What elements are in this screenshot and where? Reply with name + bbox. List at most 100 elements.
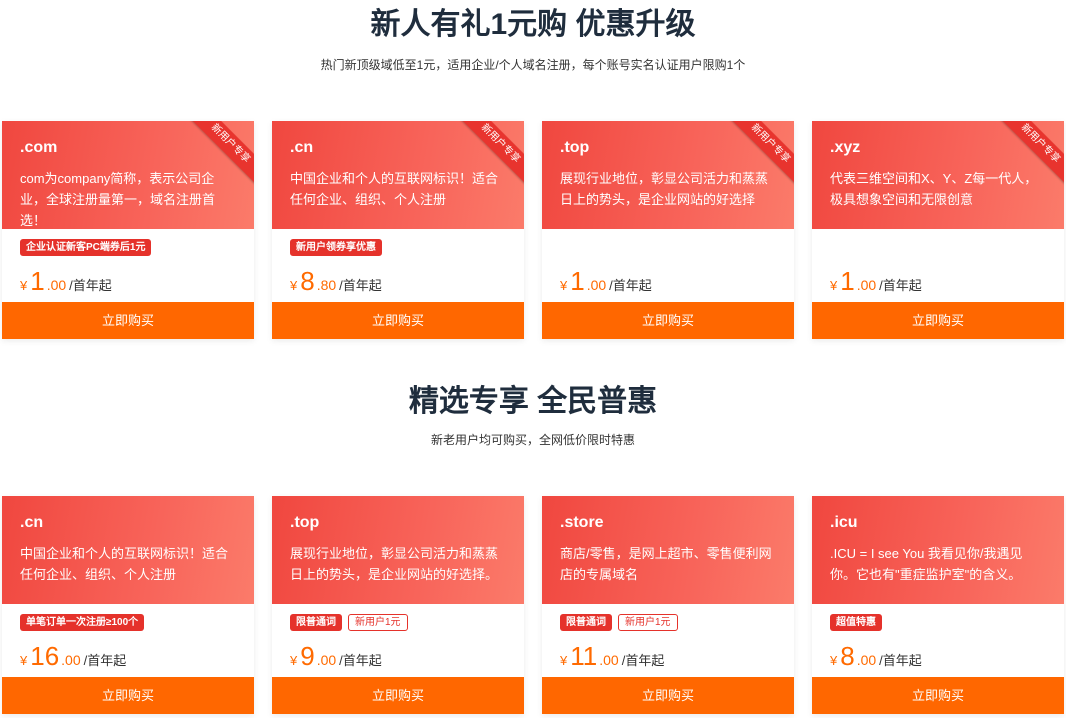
- price-integer: 1: [570, 266, 585, 296]
- price-decimal: .00: [586, 277, 607, 293]
- domain-card: .top 展现行业地位，彰显公司活力和蒸蒸日上的势头，是企业网站的好选择 新用户…: [542, 121, 794, 339]
- currency-symbol: ¥: [20, 653, 28, 668]
- domain-card: .cn 中国企业和个人的互联网标识！适合任何企业、组织、个人注册 单笔订单一次注…: [2, 496, 254, 714]
- price: ¥9.00/首年起: [290, 641, 506, 676]
- buy-now-button[interactable]: 立即购买: [272, 302, 524, 339]
- ribbon-corner: 新用户专享: [728, 121, 794, 187]
- buy-now-button[interactable]: 立即购买: [812, 302, 1064, 339]
- domain-card: .icu .ICU = I see You 我看见你/我遇见你。它也有"重症监护…: [812, 496, 1064, 714]
- domain-card: .xyz 代表三维空间和X、Y、Z每一代人，极具想象空间和无限创意 新用户专享 …: [812, 121, 1064, 339]
- promo-tags: 企业认证新客PC端券后1元: [20, 239, 236, 257]
- promo-tags: 限普通词 新用户1元: [560, 614, 776, 632]
- price-unit: /首年起: [879, 278, 922, 293]
- promo-tags: [560, 239, 776, 257]
- card-header: .cn 中国企业和个人的互联网标识！适合任何企业、组织、个人注册 新用户专享: [272, 121, 524, 229]
- promo-tags: [830, 239, 1046, 257]
- buy-now-button[interactable]: 立即购买: [272, 677, 524, 714]
- ribbon-corner: 新用户专享: [998, 121, 1064, 187]
- price-decimal: .00: [46, 277, 67, 293]
- ribbon-corner: 新用户专享: [188, 121, 254, 187]
- price: ¥1.00/首年起: [20, 266, 236, 301]
- card-body: 单笔订单一次注册≥100个 ¥16.00/首年起: [2, 604, 254, 677]
- card-header: .top 展现行业地位，彰显公司活力和蒸蒸日上的势头，是企业网站的好选择 新用户…: [542, 121, 794, 229]
- section-subtitle: 新老用户均可购买，全网低价限时特惠: [430, 433, 635, 447]
- domain-card: .com com为company简称，表示公司企业，全球注册量第一，域名注册首选…: [2, 121, 254, 339]
- domain-suffix: .top: [290, 514, 320, 531]
- section-title: 新人有礼1元购 优惠升级: [370, 8, 696, 41]
- section-subtitle: 热门新顶级域低至1元，适用企业/个人域名注册，每个账号实名认证用户限购1个: [320, 58, 746, 72]
- domain-description: .ICU = I see You 我看见你/我遇见你。它也有"重症监护室"的含义…: [830, 546, 1023, 582]
- price-integer: 1: [30, 266, 45, 296]
- price: ¥8.80/首年起: [290, 266, 506, 301]
- domain-card: .store 商店/零售，是网上超市、零售便利网店的专属域名 限普通词 新用户1元…: [542, 496, 794, 714]
- ribbon-corner: 新用户专享: [458, 121, 524, 187]
- promo-tags: 限普通词 新用户1元: [290, 614, 506, 632]
- price: ¥1.00/首年起: [830, 266, 1046, 301]
- card-list: .com com为company简称，表示公司企业，全球注册量第一，域名注册首选…: [2, 121, 1064, 339]
- price-unit: /首年起: [879, 653, 922, 668]
- price-unit: /首年起: [69, 278, 112, 293]
- buy-now-button[interactable]: 立即购买: [812, 677, 1064, 714]
- domain-description: 展现行业地位，彰显公司活力和蒸蒸日上的势头，是企业网站的好选择。: [290, 546, 499, 582]
- domain-suffix: .icu: [830, 514, 858, 531]
- card-body: 新用户领券享优惠 ¥8.80/首年起: [272, 229, 524, 302]
- price: ¥11.00/首年起: [560, 641, 776, 676]
- buy-now-button[interactable]: 立即购买: [542, 677, 794, 714]
- price: ¥16.00/首年起: [20, 641, 236, 676]
- promo-tag: 新用户1元: [348, 614, 408, 631]
- promo-tags: 超值特惠: [830, 614, 1046, 632]
- price-unit: /首年起: [339, 653, 382, 668]
- price-decimal: .80: [316, 277, 337, 293]
- promo-tag: 限普通词: [290, 614, 342, 631]
- currency-symbol: ¥: [290, 653, 298, 668]
- promo-tags: 单笔订单一次注册≥100个: [20, 614, 236, 632]
- price: ¥8.00/首年起: [830, 641, 1046, 676]
- domain-card: .top 展现行业地位，彰显公司活力和蒸蒸日上的势头，是企业网站的好选择。 限普…: [272, 496, 524, 714]
- promo-section-new-user: 新人有礼1元购 优惠升级 热门新顶级域低至1元，适用企业/个人域名注册，每个账号…: [0, 0, 1066, 339]
- new-user-ribbon: 新用户专享: [188, 121, 254, 187]
- domain-suffix: .store: [560, 514, 604, 531]
- price-decimal: .00: [61, 652, 81, 668]
- price-integer: 8: [840, 641, 855, 671]
- new-user-ribbon: 新用户专享: [998, 121, 1064, 187]
- buy-now-button[interactable]: 立即购买: [542, 302, 794, 339]
- buy-now-button[interactable]: 立即购买: [2, 302, 254, 339]
- promo-tags: 新用户领券享优惠: [290, 239, 506, 257]
- price-decimal: .00: [316, 652, 337, 668]
- price-unit: /首年起: [339, 278, 382, 293]
- currency-symbol: ¥: [290, 278, 298, 293]
- card-body: ¥1.00/首年起: [812, 229, 1064, 302]
- promo-section-featured: 精选专享 全民普惠 新老用户均可购买，全网低价限时特惠 .cn 中国企业和个人的…: [0, 375, 1066, 714]
- card-header: .cn 中国企业和个人的互联网标识！适合任何企业、组织、个人注册: [2, 496, 254, 604]
- price-decimal: .00: [856, 277, 877, 293]
- price-unit: /首年起: [621, 653, 665, 668]
- domain-suffix: .cn: [20, 514, 44, 531]
- price: ¥1.00/首年起: [560, 266, 776, 301]
- card-header: .com com为company简称，表示公司企业，全球注册量第一，域名注册首选…: [2, 121, 254, 229]
- card-body: 企业认证新客PC端券后1元 ¥1.00/首年起: [2, 229, 254, 302]
- card-header: .icu .ICU = I see You 我看见你/我遇见你。它也有"重症监护…: [812, 496, 1064, 604]
- currency-symbol: ¥: [830, 278, 838, 293]
- card-header: .store 商店/零售，是网上超市、零售便利网店的专属域名: [542, 496, 794, 604]
- buy-now-button[interactable]: 立即购买: [2, 677, 254, 714]
- price-unit: /首年起: [83, 653, 127, 668]
- card-list: .cn 中国企业和个人的互联网标识！适合任何企业、组织、个人注册 单笔订单一次注…: [2, 496, 1064, 714]
- card-body: 超值特惠 ¥8.00/首年起: [812, 604, 1064, 677]
- price-unit: /首年起: [609, 278, 652, 293]
- domain-card: .cn 中国企业和个人的互联网标识！适合任何企业、组织、个人注册 新用户专享 新…: [272, 121, 524, 339]
- card-body: 限普通词 新用户1元 ¥11.00/首年起: [542, 604, 794, 677]
- domain-description: 商店/零售，是网上超市、零售便利网店的专属域名: [560, 546, 772, 582]
- promo-tag: 单笔订单一次注册≥100个: [20, 614, 145, 631]
- card-body: 限普通词 新用户1元 ¥9.00/首年起: [272, 604, 524, 677]
- section-title: 精选专享 全民普惠: [408, 385, 658, 418]
- domain-description: 中国企业和个人的互联网标识！适合任何企业、组织、个人注册: [20, 546, 229, 582]
- new-user-ribbon: 新用户专享: [458, 121, 524, 187]
- price-integer: 16: [30, 641, 60, 671]
- currency-symbol: ¥: [560, 653, 568, 668]
- currency-symbol: ¥: [560, 278, 568, 293]
- price-decimal: .00: [856, 652, 877, 668]
- card-header: .top 展现行业地位，彰显公司活力和蒸蒸日上的势头，是企业网站的好选择。: [272, 496, 524, 604]
- promo-tag: 新用户1元: [618, 614, 678, 631]
- currency-symbol: ¥: [20, 278, 28, 293]
- card-header: .xyz 代表三维空间和X、Y、Z每一代人，极具想象空间和无限创意 新用户专享: [812, 121, 1064, 229]
